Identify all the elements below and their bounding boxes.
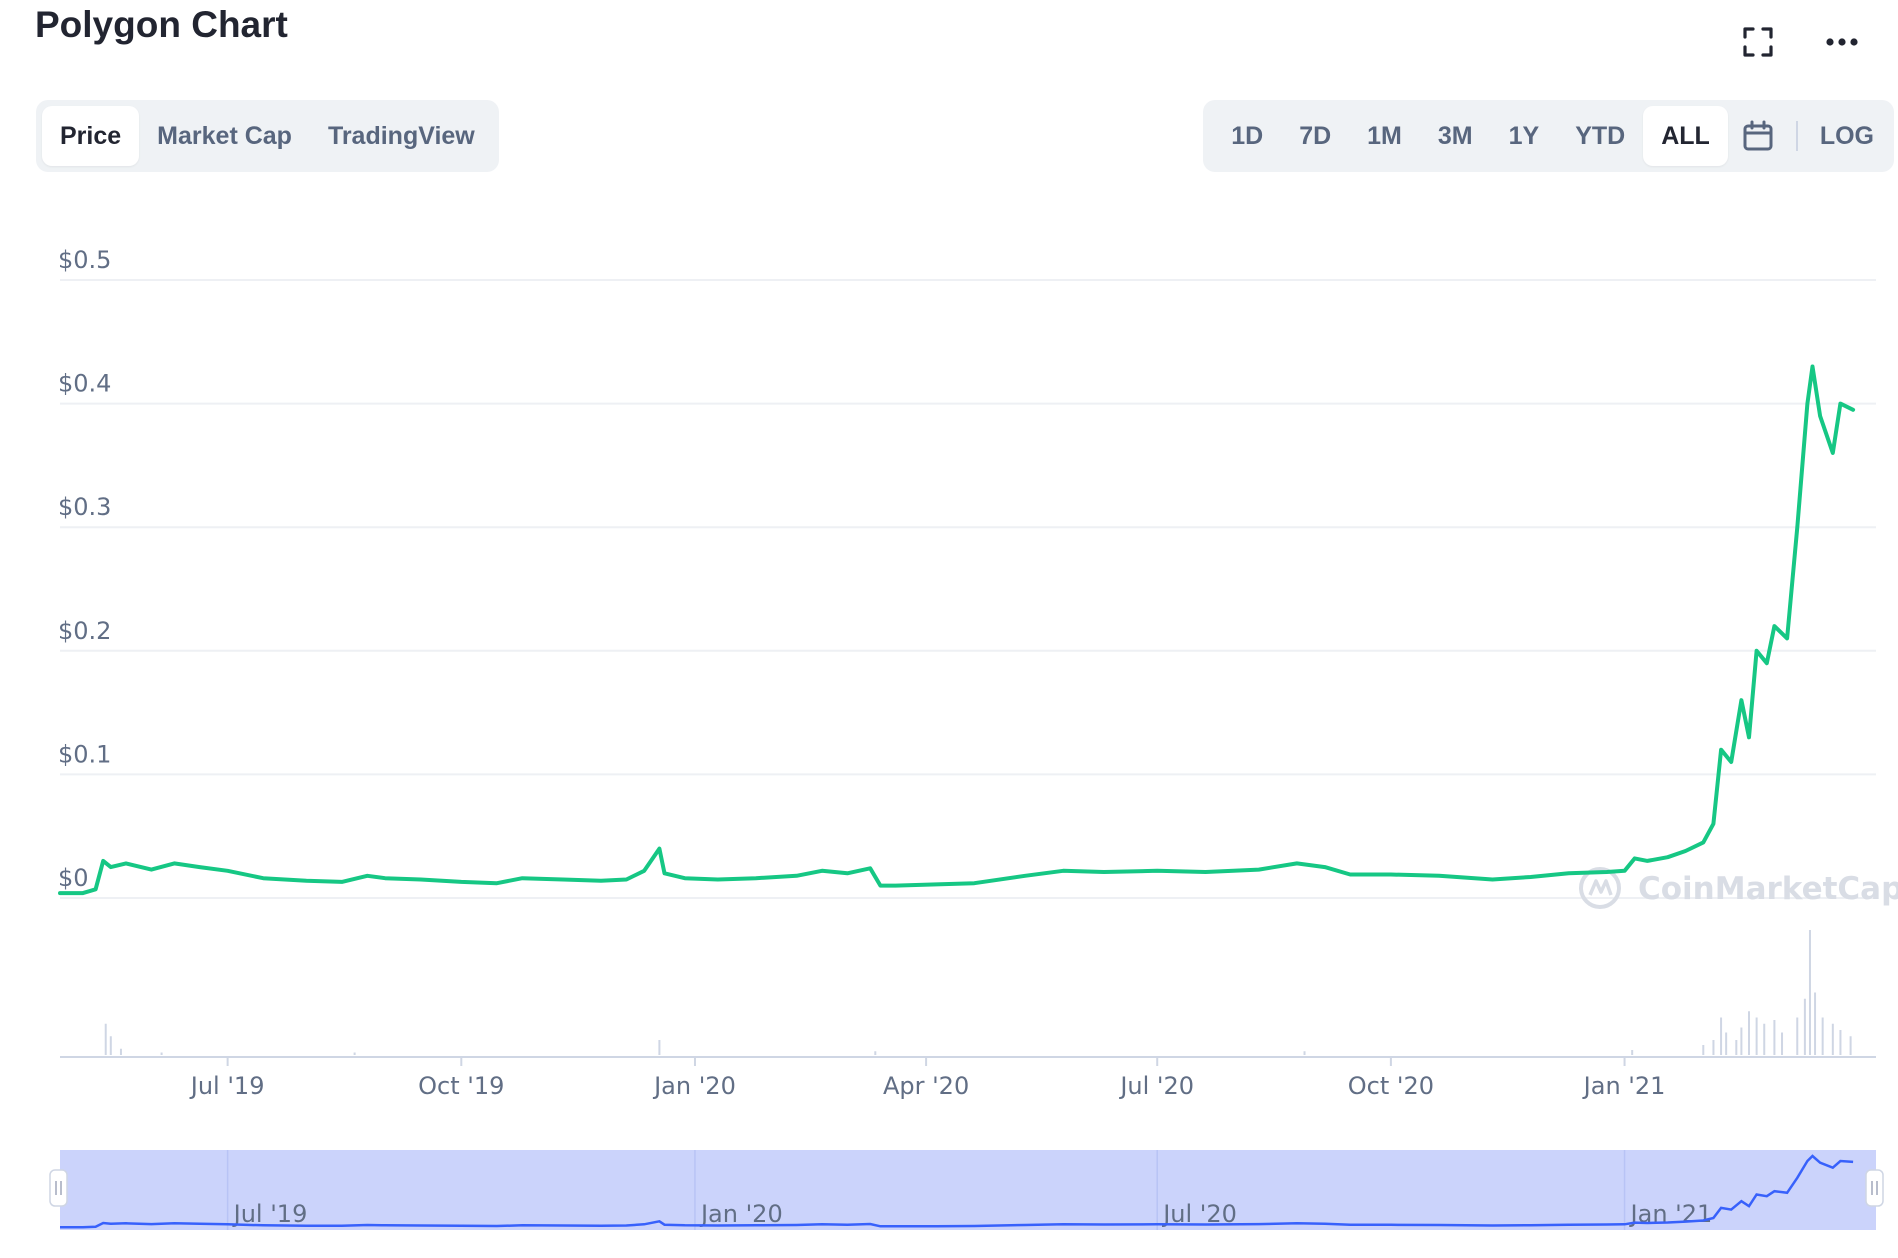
price-chart: $0 $0.1 $0.2 $0.3 $0.4 $0.5 CoinMarketCap Jul… bbox=[49, 246, 1898, 1230]
y-tick-label: $0.1 bbox=[58, 740, 111, 768]
x-tick-label: Jul '20 bbox=[1118, 1072, 1194, 1100]
volume-bar bbox=[160, 1052, 163, 1055]
watermark-text: CoinMarketCap bbox=[1638, 871, 1898, 907]
volume-bar bbox=[1303, 1051, 1306, 1055]
watermark-logo bbox=[1579, 867, 1621, 909]
navigator-tick-label: Jan '20 bbox=[699, 1200, 783, 1228]
chart-gridlines bbox=[60, 279, 1876, 899]
volume-bar bbox=[1831, 1023, 1834, 1055]
volume-bar bbox=[1763, 1023, 1766, 1055]
volume-bar bbox=[1755, 1017, 1758, 1055]
navigator-left-handle[interactable] bbox=[49, 1169, 68, 1207]
x-axis: Jul '19 Oct '19 Jan '20 Apr '20 Jul '20 Oct '… bbox=[189, 1057, 1666, 1100]
volume-bar bbox=[1740, 1027, 1743, 1055]
volume-bar bbox=[658, 1040, 661, 1055]
y-tick-label: $0.4 bbox=[58, 370, 111, 398]
x-tick-label: Oct '20 bbox=[1348, 1072, 1434, 1100]
volume-bar bbox=[119, 1048, 122, 1055]
volume-bar bbox=[1631, 1050, 1634, 1055]
y-tick-label: $0.2 bbox=[58, 617, 111, 645]
volume-bar bbox=[1748, 1011, 1751, 1055]
volume-bar bbox=[109, 1036, 112, 1055]
volume-bar bbox=[1702, 1045, 1705, 1055]
x-tick-label: Jan '21 bbox=[1582, 1072, 1666, 1100]
volume-bar bbox=[1781, 1032, 1784, 1055]
volume-bar bbox=[1839, 1030, 1842, 1055]
volume-bar bbox=[104, 1023, 107, 1055]
volume-bar bbox=[1712, 1040, 1715, 1055]
volume-bar bbox=[1814, 992, 1817, 1055]
volume-bar bbox=[1720, 1017, 1723, 1055]
x-tick-label: Jul '19 bbox=[189, 1072, 265, 1100]
volume-bar bbox=[874, 1051, 877, 1055]
volume-bar bbox=[1821, 1017, 1824, 1055]
y-tick-label: $0.5 bbox=[58, 246, 111, 274]
volume-bar bbox=[353, 1052, 356, 1055]
x-tick-label: Jan '20 bbox=[652, 1072, 736, 1100]
y-axis: $0 $0.1 $0.2 $0.3 $0.4 $0.5 bbox=[58, 246, 111, 892]
range-navigator[interactable] bbox=[60, 1150, 1876, 1230]
price-line bbox=[58, 364, 1856, 896]
volume-bar bbox=[1796, 1017, 1799, 1055]
x-tick-label: Apr '20 bbox=[883, 1072, 969, 1100]
volume-bars bbox=[104, 930, 1852, 1055]
x-tick-label: Oct '19 bbox=[418, 1072, 504, 1100]
y-tick-label: $0 bbox=[58, 864, 89, 892]
y-tick-label: $0.3 bbox=[58, 493, 111, 521]
volume-bar bbox=[1735, 1040, 1738, 1055]
volume-bar bbox=[1773, 1020, 1776, 1055]
volume-bar bbox=[1808, 930, 1811, 1055]
volume-bar bbox=[1803, 998, 1806, 1055]
navigator-right-handle[interactable] bbox=[1865, 1169, 1884, 1207]
volume-bar bbox=[1725, 1032, 1728, 1055]
volume-bar bbox=[1849, 1036, 1852, 1055]
